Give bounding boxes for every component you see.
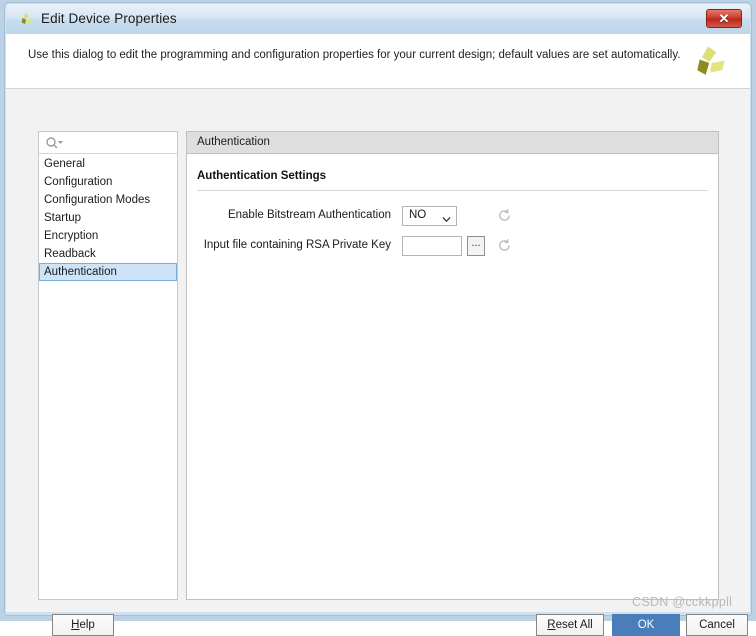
close-button[interactable]: ✕	[706, 9, 742, 28]
sidebar-item-authentication[interactable]: Authentication	[39, 263, 177, 281]
dialog-description: Use this dialog to edit the programming …	[28, 49, 681, 61]
xilinx-logo-icon	[18, 12, 34, 28]
rsa-private-key-field-wrap	[402, 236, 462, 256]
window-frame: Edit Device Properties ✕ Use this dialog…	[0, 0, 756, 636]
field-row-enable-bitstream-authentication: Enable Bitstream Authentication NO	[187, 206, 718, 228]
sidebar-search-box[interactable]	[39, 132, 177, 154]
sidebar-item-label: Startup	[44, 212, 82, 224]
sidebar-item-label: Authentication	[44, 266, 117, 278]
select-value: NO	[409, 209, 427, 221]
sidebar-item-configuration[interactable]: Configuration	[39, 173, 177, 191]
circular-reset-icon[interactable]	[497, 238, 512, 253]
ok-button[interactable]: OK	[612, 614, 680, 636]
sidebar-nav-list: General Configuration Configuration Mode…	[39, 155, 177, 281]
section-title: Authentication Settings	[197, 170, 327, 182]
browse-button[interactable]: ...	[467, 236, 485, 256]
sidebar-item-startup[interactable]: Startup	[39, 209, 177, 227]
sidebar-item-label: Configuration Modes	[44, 194, 151, 206]
sidebar-item-label: Encryption	[44, 230, 99, 242]
title-bar: Edit Device Properties ✕	[6, 4, 750, 34]
rsa-private-key-input[interactable]	[403, 237, 461, 255]
content-area: General Configuration Configuration Mode…	[6, 88, 750, 636]
search-input[interactable]	[67, 134, 171, 151]
sidebar-item-label: General	[44, 158, 85, 170]
help-button[interactable]: Help	[52, 614, 114, 636]
sidebar: General Configuration Configuration Mode…	[38, 131, 178, 600]
field-label: Enable Bitstream Authentication	[227, 209, 391, 221]
field-row-rsa-private-key: Input file containing RSA Private Key ..…	[187, 236, 718, 258]
panel-header: Authentication	[187, 132, 718, 154]
circular-reset-icon[interactable]	[497, 208, 512, 223]
sidebar-item-general[interactable]: General	[39, 155, 177, 173]
description-area: Use this dialog to edit the programming …	[6, 34, 750, 88]
section-divider	[197, 190, 708, 191]
window-title: Edit Device Properties	[41, 11, 177, 26]
sidebar-item-label: Configuration	[44, 176, 113, 188]
chevron-down-icon	[442, 212, 451, 223]
reset-all-button[interactable]: Reset All	[536, 614, 604, 636]
search-icon	[45, 136, 65, 150]
sidebar-item-readback[interactable]: Readback	[39, 245, 177, 263]
field-label: Input file containing RSA Private Key	[203, 239, 391, 251]
dialog-body: Use this dialog to edit the programming …	[6, 34, 750, 636]
sidebar-item-encryption[interactable]: Encryption	[39, 227, 177, 245]
cancel-button[interactable]: Cancel	[686, 614, 748, 636]
close-icon: ✕	[718, 11, 730, 26]
enable-bitstream-authentication-select[interactable]: NO	[402, 206, 457, 226]
main-panel: Authentication Authentication Settings E…	[186, 131, 719, 600]
sidebar-item-label: Readback	[44, 248, 96, 260]
panel-header-title: Authentication	[197, 136, 270, 148]
sidebar-item-configuration-modes[interactable]: Configuration Modes	[39, 191, 177, 209]
xilinx-brand-logo-icon	[689, 44, 727, 82]
